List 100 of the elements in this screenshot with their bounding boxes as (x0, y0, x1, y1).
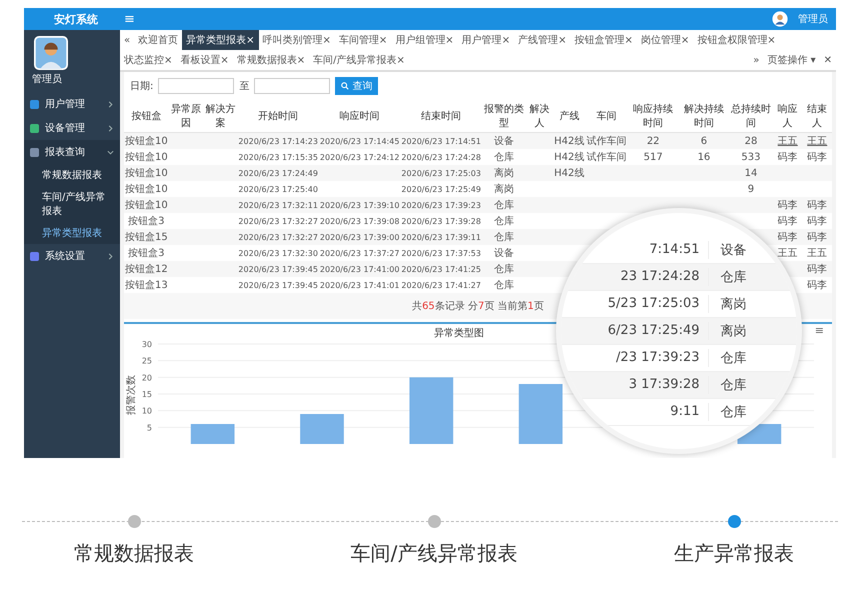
table-cell-text: 9:11 (669, 404, 700, 419)
table-cell: 仓库 (708, 348, 758, 366)
chevron-icon (107, 100, 114, 108)
end-date-field[interactable] (254, 78, 330, 94)
table-cell: 离岗 (708, 322, 758, 340)
previous-tab-button[interactable]: « (120, 32, 134, 48)
sidebar-item[interactable]: 报表查询 (24, 140, 120, 164)
sidebar-subitem[interactable]: 常规数据报表 (24, 164, 120, 186)
axis-tick-label: 10 (142, 406, 152, 416)
table-cell: 6 (700, 136, 708, 146)
table-cell: 2020/6/23 17:24:28 (401, 152, 481, 162)
next-tab-button[interactable]: » (749, 52, 764, 68)
close-icon[interactable]: ✕ (820, 52, 836, 68)
table-cell: H42线 (554, 168, 584, 179)
table-cell: 2020/6/23 17:24:12 (320, 152, 400, 162)
table-cell: 设备 (708, 240, 758, 258)
table-cell: 码李 (807, 216, 828, 227)
sidebar-item[interactable]: 系统设置 (24, 244, 120, 268)
tab[interactable]: 状态监控× (120, 50, 176, 70)
table-cell: 仓库 (494, 200, 514, 211)
menu-item-icon (30, 252, 39, 260)
table-cell: 2020/6/23 17:37:27 (320, 248, 400, 258)
start-date-field[interactable] (158, 78, 234, 94)
carousel-dot[interactable] (128, 515, 140, 528)
tab[interactable]: 用户组管理× (391, 30, 458, 50)
carousel-label[interactable]: 车间/产线异常报表 (350, 540, 518, 567)
table-cell: 离岗 (494, 184, 514, 195)
table-cell: 2020/6/23 17:39:08 (320, 216, 400, 226)
bar (409, 377, 454, 444)
tab[interactable]: 呼叫类别管理× (258, 30, 335, 50)
table-cell: 按钮盒10 (125, 152, 168, 163)
tab[interactable]: 岗位管理× (636, 30, 694, 50)
table-cell: 2020/6/23 17:14:51 (401, 136, 481, 146)
tab[interactable]: 常规数据报表× (232, 50, 310, 70)
table-cell: 2020/6/23 17:32:30 (238, 248, 318, 258)
tab[interactable]: 车间管理× (334, 30, 392, 50)
table-cell: 设备 (494, 136, 514, 147)
menu-icon[interactable]: ≡ (814, 324, 824, 337)
tab[interactable]: 用户管理× (458, 30, 514, 50)
table-cell: 2020/6/23 17:14:45 (320, 136, 400, 146)
table-cell: 码李 (807, 200, 828, 211)
tab-actions-menu[interactable]: 页签操作 ▾ (763, 50, 820, 70)
table-cell: 2020/6/23 17:15:35 (238, 152, 318, 162)
table-cell: 2020/6/23 17:32:27 (238, 216, 318, 226)
table-cell: H42线 (554, 152, 584, 163)
sidebar-item[interactable]: 用户管理 (24, 92, 120, 116)
tab[interactable]: 产线管理× (514, 30, 570, 50)
table-cell: 2020/6/23 17:39:23 (401, 200, 481, 210)
axis-tick-label: 5 (146, 423, 152, 432)
table-cell: 仓库 (494, 264, 514, 275)
table-cell: 2020/6/23 17:39:28 (401, 216, 481, 226)
avatar-icon[interactable] (772, 11, 788, 27)
table-cell: 按钮盒10 (125, 184, 168, 195)
table-cell: 码李 (807, 264, 828, 275)
sidebar-subitem[interactable]: 车间/产线异常报表 (24, 186, 120, 222)
table-cell: 按钮盒3 (128, 248, 165, 259)
table-cell: 仓库 (708, 402, 758, 420)
table-cell: 码李 (778, 152, 798, 163)
table-cell: 2020/6/23 17:24:49 (238, 168, 318, 178)
carousel-dot[interactable] (728, 515, 740, 528)
tab[interactable]: 看板设置× (176, 50, 233, 70)
table-cell: 按钮盒13 (125, 280, 168, 291)
axis-tick-label: 30 (142, 340, 152, 349)
table-cell: 28 (744, 136, 758, 146)
table-cell: 533 (741, 152, 760, 162)
app-logo: 安灯系统 (54, 12, 99, 26)
table-cell: 2020/6/23 17:32:27 (238, 232, 318, 242)
table-cell: 2020/6/23 17:39:45 (238, 264, 318, 274)
table-cell: 517 (644, 152, 663, 162)
sidebar-item[interactable]: 设备管理 (24, 116, 120, 140)
table-cell-text: 3 17:39:28 (628, 377, 700, 392)
carousel-dot[interactable] (428, 515, 440, 528)
chevron-icon (107, 252, 114, 260)
menu-item-icon (30, 124, 39, 132)
table-cell: 试作车间 (586, 136, 626, 147)
sidebar-subitem[interactable]: 异常类型报表 (24, 222, 120, 244)
chart-title: 异常类型图 (434, 326, 484, 340)
carousel-label[interactable]: 生产异常报表 (674, 540, 794, 567)
table-cell: 9 (748, 184, 754, 194)
tab[interactable]: 车间/产线异常报表× (309, 50, 409, 70)
user-name: 管理员 (32, 73, 63, 86)
axis-tick-label: 25 (142, 356, 152, 366)
table-cell: 试作车间 (586, 152, 626, 163)
table-cell: 王五 (778, 136, 798, 147)
table-cell: 仓库 (494, 232, 514, 243)
tab[interactable]: 欢迎首页 (134, 30, 182, 50)
tab[interactable]: 按钮盒权限管理× (693, 30, 780, 50)
search-icon (341, 82, 350, 90)
tab[interactable]: 按钮盒管理× (570, 30, 637, 50)
table-cell: 码李 (807, 152, 828, 163)
carousel-label[interactable]: 常规数据报表 (74, 540, 194, 567)
bar (300, 414, 344, 444)
table-cell: 仓库 (494, 216, 514, 227)
menu-item-icon (30, 100, 39, 108)
table-cell: 仓库 (494, 152, 514, 163)
range-label: 至 (239, 80, 250, 93)
tab[interactable]: 异常类型报表× (182, 30, 259, 50)
table-cell: 2020/6/23 17:25:03 (401, 168, 481, 178)
table-cell: 按钮盒10 (125, 168, 168, 179)
table-cell: 码李 (778, 200, 798, 211)
